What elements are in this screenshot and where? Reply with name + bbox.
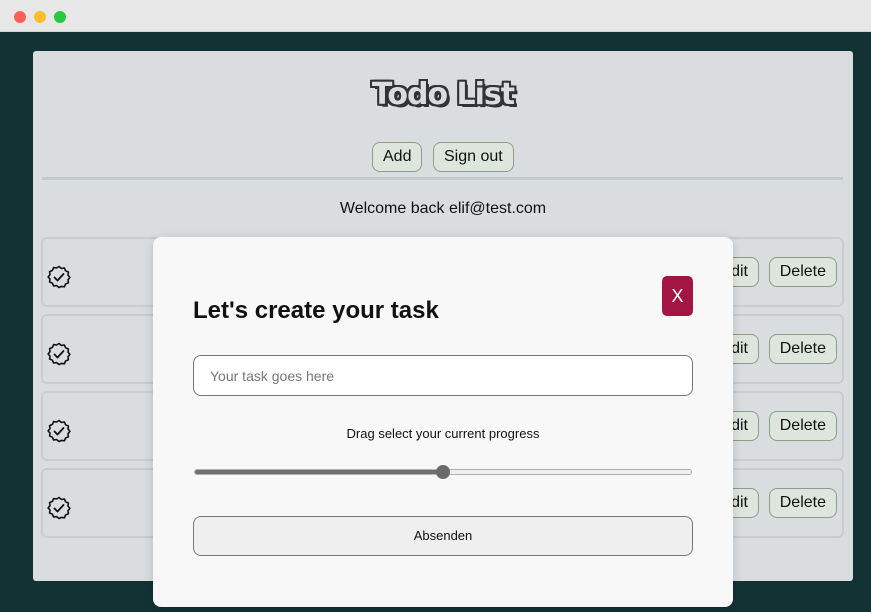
window-titlebar [0, 0, 871, 32]
task-input[interactable] [193, 355, 693, 396]
delete-button[interactable]: Delete [768, 411, 837, 441]
maximize-window-button[interactable] [54, 11, 66, 23]
delete-button[interactable]: Delete [768, 257, 837, 287]
progress-slider-thumb[interactable] [436, 465, 450, 479]
check-badge-icon[interactable] [47, 342, 71, 366]
submit-button[interactable]: Absenden [193, 516, 693, 556]
progress-label: Drag select your current progress [346, 426, 540, 441]
progress-slider-fill [195, 470, 443, 474]
create-task-modal: X Let's create your task Drag select you… [153, 237, 733, 607]
close-modal-button[interactable]: X [662, 276, 693, 316]
divider [42, 177, 843, 180]
close-window-button[interactable] [14, 11, 26, 23]
check-badge-icon[interactable] [47, 419, 71, 443]
check-badge-icon[interactable] [47, 265, 71, 289]
modal-title: Let's create your task [193, 297, 439, 324]
check-badge-icon[interactable] [47, 496, 71, 520]
add-button[interactable]: Add [372, 142, 423, 172]
app-title: Todo List [371, 77, 515, 112]
delete-button[interactable]: Delete [768, 488, 837, 518]
minimize-window-button[interactable] [34, 11, 46, 23]
sign-out-button[interactable]: Sign out [433, 142, 514, 172]
delete-button[interactable]: Delete [768, 334, 837, 364]
welcome-message: Welcome back elif@test.com [339, 200, 547, 217]
